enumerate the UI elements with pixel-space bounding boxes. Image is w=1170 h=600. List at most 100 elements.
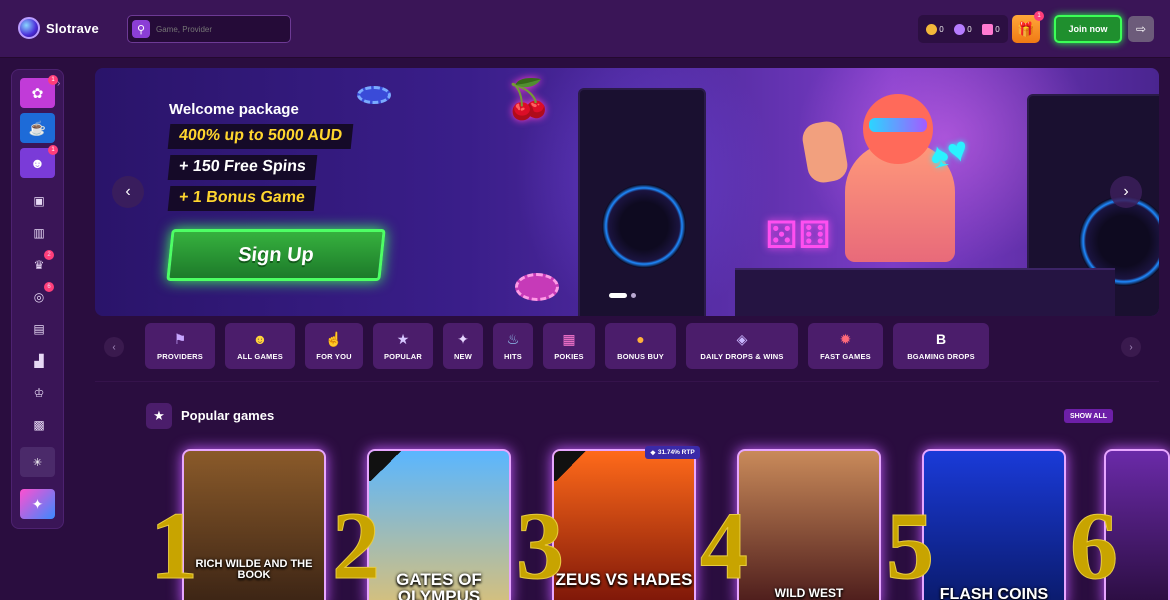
search-icon[interactable]: ⚲ xyxy=(132,20,150,38)
category-pokies[interactable]: ▦ POKIES xyxy=(543,323,595,369)
cashier-icon[interactable]: ▣ xyxy=(30,192,48,210)
microphone-icon: ♨ xyxy=(506,330,520,347)
category-label: POKIES xyxy=(554,351,584,361)
logo-mark-icon xyxy=(18,17,40,39)
pointing-hand-icon: ☝ xyxy=(325,330,343,347)
language-flag-button[interactable]: ✳ xyxy=(20,447,55,477)
wheel-icon: ✿ xyxy=(31,84,44,101)
medal-icon[interactable]: ◎ 6 xyxy=(30,282,54,306)
sidebar-promo-bottom[interactable]: ✦ xyxy=(20,489,55,519)
slot-machine-icon: ▦ xyxy=(562,330,576,347)
dj-hand xyxy=(800,118,850,186)
smiley-icon: ☻ xyxy=(252,330,268,347)
dj-glasses xyxy=(869,118,927,132)
dj-character xyxy=(795,82,1025,316)
sign-up-button[interactable]: Sign Up xyxy=(166,229,386,281)
drops-wins-tag xyxy=(554,451,588,481)
banner-prev-arrow-icon[interactable]: ‹ xyxy=(112,176,144,208)
logo[interactable]: Slotrave xyxy=(18,17,99,39)
casino-chip-icon xyxy=(357,86,391,104)
pagination-dot[interactable] xyxy=(631,293,636,298)
category-daily-drops-wins[interactable]: ◈ DAILY DROPS & WINS xyxy=(686,323,798,369)
leaderboard-icon[interactable]: ▟ xyxy=(30,352,48,370)
welcome-promo: Welcome package 400% up to 5000 AUD + 15… xyxy=(167,101,354,217)
balance-purple: 0 xyxy=(954,23,972,35)
sparkle-icon: ✦ xyxy=(457,330,469,347)
promo-title: Welcome package xyxy=(169,101,299,118)
join-now-button[interactable]: Join now xyxy=(1054,15,1122,43)
category-popular[interactable]: ★ POPULAR xyxy=(373,323,433,369)
crown-icon[interactable]: ♔ xyxy=(30,384,48,402)
login-icon[interactable]: ⇨ xyxy=(1128,16,1154,42)
gift-box-icon[interactable]: ▥ xyxy=(30,224,48,242)
rank-number: 2 xyxy=(332,492,381,599)
categories-prev-arrow-icon[interactable]: ‹ xyxy=(104,337,124,357)
category-label: HITS xyxy=(504,351,522,361)
game-card-4[interactable]: WILD WEST xyxy=(737,449,881,600)
sidebar-promo-wheel[interactable]: ✿ 1 xyxy=(20,75,58,108)
drops-wins-icon: ◈ xyxy=(736,330,748,347)
rtp-icon: ❖ xyxy=(650,449,656,457)
pagination-dot-active[interactable] xyxy=(609,293,627,298)
bomb-icon: ✹ xyxy=(839,330,852,347)
categories-next-arrow-icon[interactable]: › xyxy=(1121,337,1141,357)
category-for-you[interactable]: ☝ FOR YOU xyxy=(305,323,363,369)
dice-icon: ⚄⚅ xyxy=(765,215,832,257)
category-label: DAILY DROPS & WINS xyxy=(700,351,784,361)
sidebar-promo-character[interactable]: ☻ 1 xyxy=(20,145,58,178)
game-card-3[interactable]: ZEUS VS HADES xyxy=(552,449,696,600)
hero-banner[interactable]: 🍒 ♠♥ ⚄⚅ Welcome package 400% up to 5000 … xyxy=(95,68,1159,316)
sidebar-expand-icon[interactable]: › xyxy=(57,78,69,92)
game-card-5[interactable]: FLASH COINS xyxy=(922,449,1066,600)
gift-badge: 1 xyxy=(1034,11,1044,21)
rank-number: 6 xyxy=(1070,492,1119,599)
cocktail-icon: ☕ xyxy=(28,119,47,136)
balances: 0 0 0 xyxy=(918,15,1008,43)
cards-icon[interactable]: ▤ xyxy=(30,320,48,338)
category-hits[interactable]: ♨ HITS xyxy=(493,323,533,369)
category-label: ALL GAMES xyxy=(237,351,283,361)
sidebar-promo-cocktail[interactable]: ☕ xyxy=(20,113,55,143)
search-input[interactable] xyxy=(156,24,276,34)
promo-icon: ✦ xyxy=(31,495,44,512)
category-label: PROVIDERS xyxy=(157,351,203,361)
category-new[interactable]: ✦ NEW xyxy=(443,323,483,369)
rank-number: 5 xyxy=(886,492,935,599)
australia-flag-icon: ✳ xyxy=(32,456,43,469)
gift-button[interactable]: 🎁 1 xyxy=(1012,11,1044,43)
trophy-icon[interactable]: ♛ 2 xyxy=(30,250,54,274)
rank-number: 1 xyxy=(150,492,199,599)
search-box[interactable]: ⚲ xyxy=(127,15,291,43)
rank-number: 4 xyxy=(700,492,749,599)
banner-next-arrow-icon[interactable]: › xyxy=(1110,176,1142,208)
character-icon: ☻ xyxy=(30,155,45,171)
category-bgaming-drops[interactable]: B BGAMING DROPS xyxy=(893,323,989,369)
gift-icon: 🎁 xyxy=(1017,20,1035,37)
balance-bb: 0 xyxy=(982,23,1000,35)
balance-gold: 0 xyxy=(926,23,944,35)
drops-wins-tag xyxy=(369,451,403,481)
category-bonus-buy[interactable]: ● BONUS BUY xyxy=(605,323,676,369)
game-title: ZEUS VS HADES xyxy=(555,570,693,589)
chat-icon[interactable]: ▩ xyxy=(30,416,48,434)
top-header: Slotrave ⚲ 0 0 0 🎁 1 Join now ⇨ xyxy=(0,0,1170,58)
category-fast-games[interactable]: ✹ FAST GAMES xyxy=(808,323,883,369)
category-all-games[interactable]: ☻ ALL GAMES xyxy=(225,323,295,369)
show-all-button[interactable]: SHOW ALL xyxy=(1064,409,1113,423)
category-label: NEW xyxy=(453,351,473,361)
game-card-1[interactable]: RICH WILDE AND THE BOOK xyxy=(182,449,326,600)
trophy-badge: 2 xyxy=(44,250,54,260)
game-title: GATES OF OLYMPUS xyxy=(396,570,482,600)
category-label: BONUS BUY xyxy=(617,351,664,361)
game-title: WILD WEST xyxy=(774,586,844,600)
speaker-left xyxy=(578,88,706,316)
banner-pagination xyxy=(609,293,636,298)
category-providers[interactable]: ⚑ PROVIDERS xyxy=(145,323,215,369)
section-divider xyxy=(95,381,1159,382)
sidebar-promo-character-badge: 1 xyxy=(48,145,58,155)
promo-line-bonus-game: + 1 Bonus Game xyxy=(167,186,317,211)
game-card-2[interactable]: GATES OF OLYMPUS xyxy=(367,449,511,600)
game-title: FLASH COINS xyxy=(939,586,1049,600)
bgaming-icon: B xyxy=(935,330,947,347)
rtp-value: 31.74% RTP xyxy=(657,449,695,456)
